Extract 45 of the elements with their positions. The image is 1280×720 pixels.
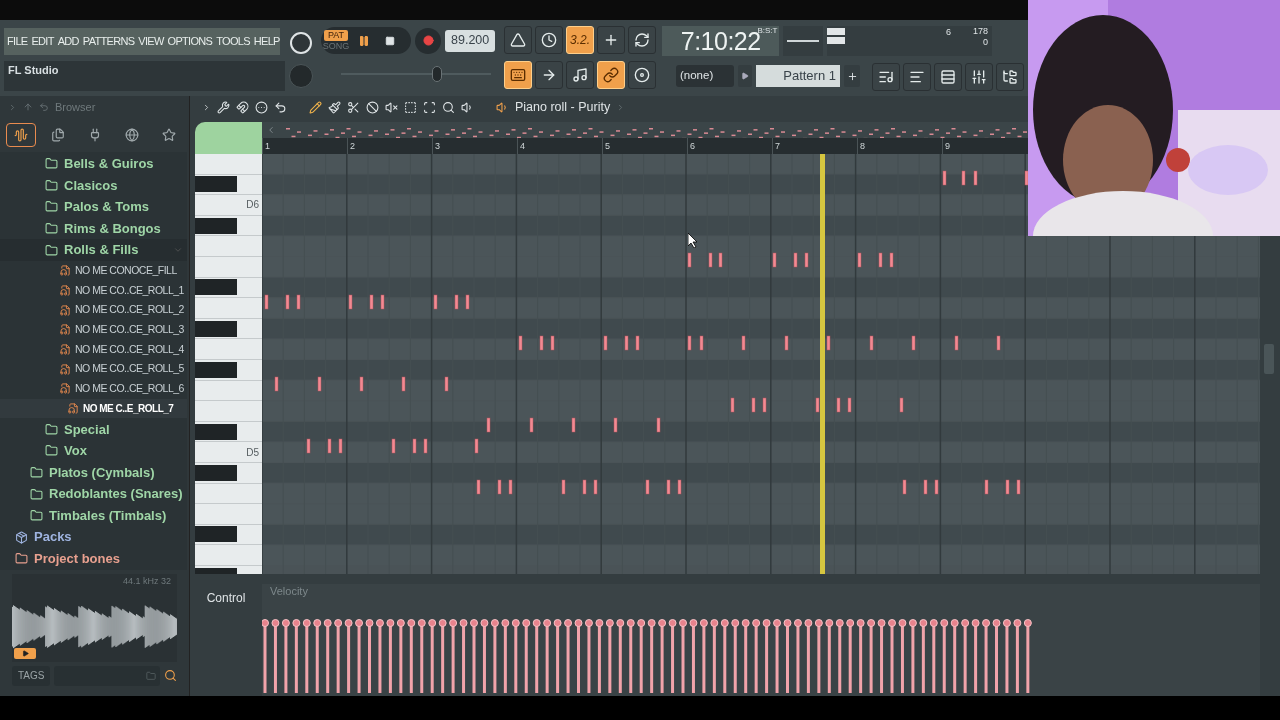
pattern-field[interactable]: Pattern 1: [756, 65, 840, 87]
tempo-field[interactable]: 89.200: [445, 29, 496, 52]
folder-item[interactable]: Rims & Bongos: [0, 217, 187, 240]
folder-item[interactable]: Bells & Guiros: [0, 153, 187, 175]
sample-item[interactable]: NO ME CO..CE_ROLL_3: [0, 320, 187, 340]
menu-item[interactable]: EDIT: [31, 33, 54, 50]
folder-item[interactable]: Timbales (Timbals): [0, 504, 187, 527]
folder-item[interactable]: Special: [0, 418, 187, 441]
folder-item[interactable]: Vox: [0, 440, 187, 462]
control-target: Velocity: [269, 584, 309, 598]
readout: 178: [972, 26, 988, 37]
sample-item[interactable]: NO ME C..E_ROLL_7: [0, 398, 187, 419]
folder-item[interactable]: Rolls & Fills: [0, 239, 187, 261]
menu-item[interactable]: TOOLS: [216, 33, 250, 50]
hint-text: FL Studio: [8, 63, 59, 78]
piano-roll-title: Piano roll - Purity: [515, 98, 611, 116]
folder-item[interactable]: Packs: [0, 526, 187, 549]
sample-item[interactable]: NO ME CO..CE_ROLL_1: [0, 280, 187, 301]
control-label[interactable]: Control: [206, 589, 246, 607]
folder-item[interactable]: Clasicos: [0, 174, 187, 197]
menu-item[interactable]: HELP: [253, 33, 280, 50]
arrangement-dropdown[interactable]: (none): [676, 65, 734, 87]
readout: 6: [945, 26, 951, 39]
folder-item[interactable]: Project bones: [0, 548, 187, 570]
menu-item[interactable]: FILE: [7, 33, 28, 50]
sample-item[interactable]: NO ME CO..CE_ROLL_2: [0, 300, 187, 321]
key-label: D6: [246, 198, 260, 213]
menu-item[interactable]: VIEW: [138, 33, 164, 50]
sample-item[interactable]: NO ME CO..CE_ROLL_4: [0, 339, 187, 360]
folder-item[interactable]: Redoblantes (Snares): [0, 483, 187, 505]
mode-toggle[interactable]: PAT: [323, 29, 349, 41]
folder-item[interactable]: Platos (Cymbals): [0, 461, 187, 484]
menu-item[interactable]: PATTERNS: [82, 33, 135, 50]
menu-item[interactable]: ADD: [57, 33, 79, 50]
key-label: D5: [246, 445, 260, 460]
sample-item[interactable]: NO ME CONOCE_FILL: [0, 260, 187, 281]
sample-item[interactable]: NO ME CO..CE_ROLL_6: [0, 379, 187, 399]
browser-title: Browser: [55, 99, 96, 115]
menu-item[interactable]: OPTIONS: [167, 33, 213, 50]
countdown-button[interactable]: 3.2.: [566, 26, 594, 54]
tags-button[interactable]: TAGS: [12, 665, 51, 686]
piano-keys[interactable]: D6 D5: [195, 154, 262, 574]
readout: 0: [983, 37, 988, 48]
folder-item[interactable]: Palos & Toms: [0, 196, 187, 218]
sample-item[interactable]: NO ME CO..CE_ROLL_5: [0, 359, 187, 380]
